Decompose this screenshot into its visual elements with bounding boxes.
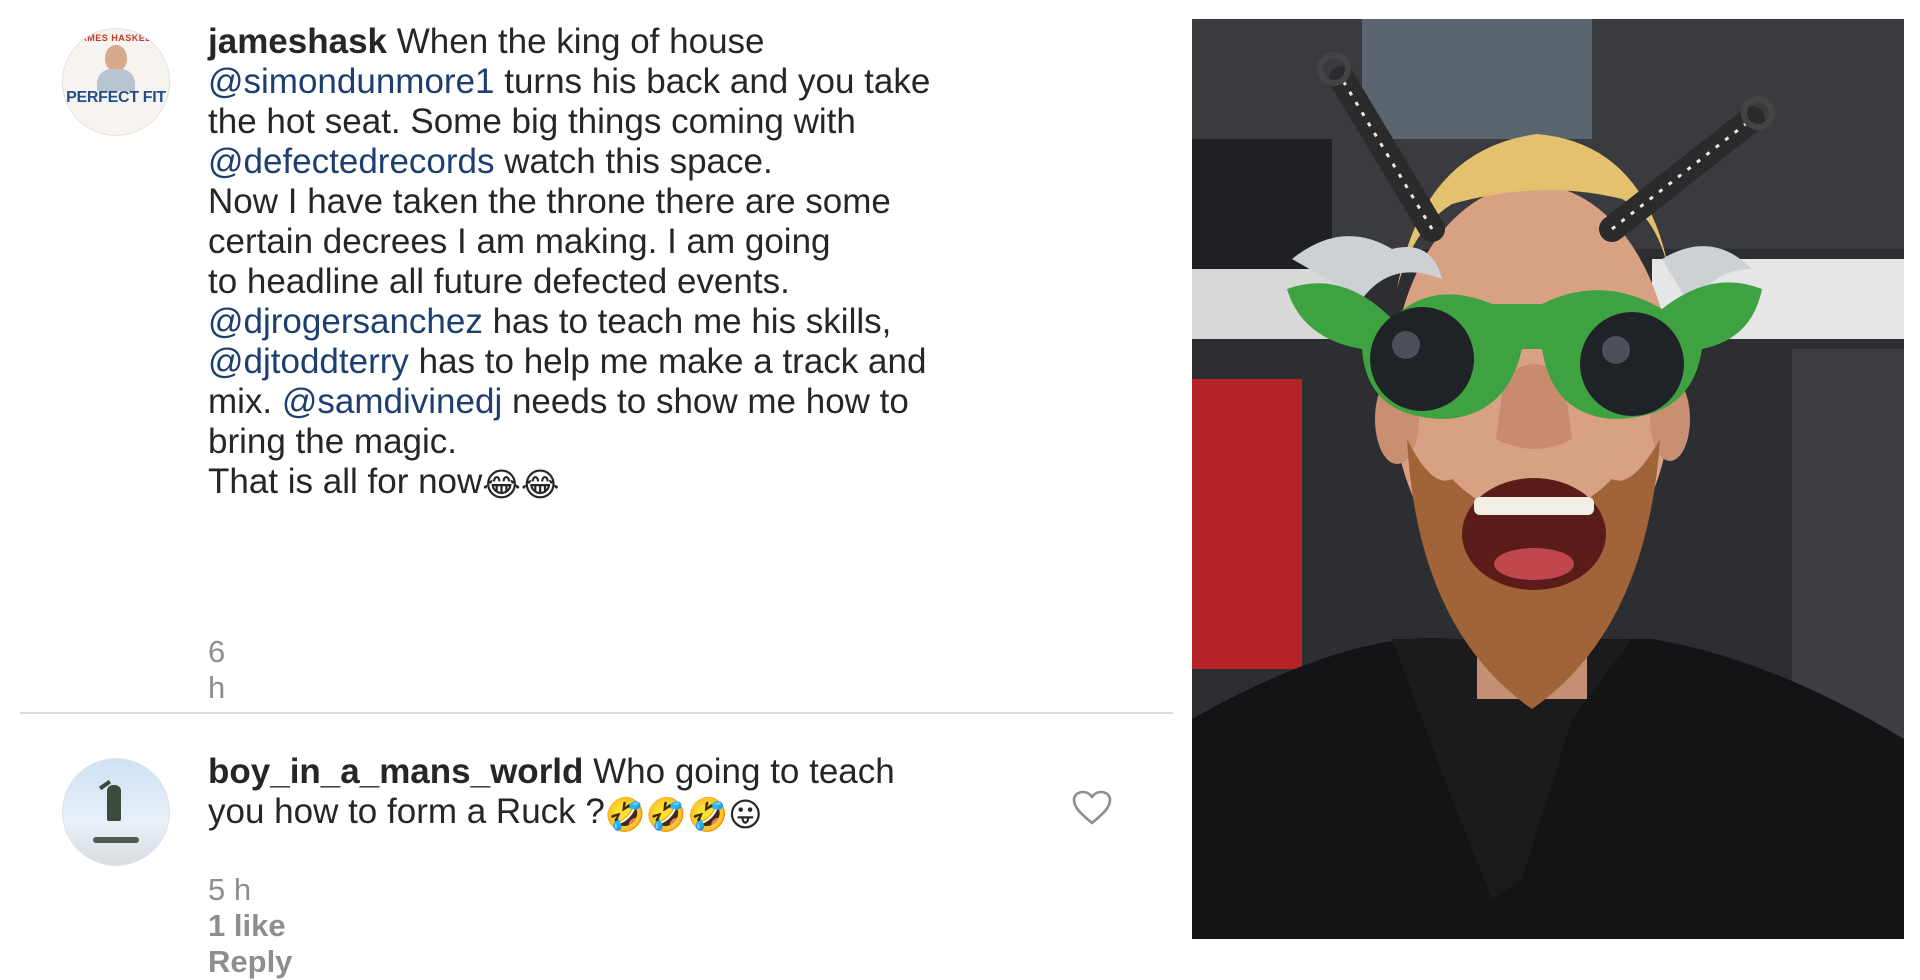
mention-link[interactable]: @simondunmore1 (208, 62, 495, 101)
avatar-title-text: PERFECT FIT (66, 89, 166, 106)
avatar[interactable] (62, 758, 170, 866)
mention-link[interactable]: @djrogersanchez (208, 302, 483, 341)
comment-meta: 6 h (208, 634, 275, 706)
avatar-figure (107, 785, 121, 821)
comment-divider (20, 712, 1173, 714)
comment-timestamp[interactable]: 6 h (208, 634, 225, 706)
mention-link[interactable]: @samdivinedj (282, 382, 502, 421)
avatar[interactable]: JAMES HASKELL PERFECT FIT (62, 28, 170, 136)
avatar-ground (93, 837, 139, 843)
comment-body-text: When the king of house (396, 22, 765, 61)
mention-link[interactable]: @defectedrecords (208, 142, 495, 181)
emoji: 🤣🤣🤣😛 (604, 796, 763, 833)
comment-meta: 5 h 1 like Reply (208, 872, 342, 980)
photo-man-guitar-glasses (1192, 19, 1904, 939)
comments-panel: JAMES HASKELL PERFECT FIT jameshask When… (0, 0, 1180, 979)
reply-button[interactable]: Reply (208, 944, 292, 980)
heart-outline-icon[interactable] (1072, 790, 1112, 826)
mention-link[interactable]: @djtoddterry (208, 342, 409, 381)
emoji: 😂😂 (482, 466, 560, 503)
comment-body-text: has to teach me his skills, (492, 302, 892, 341)
comment-text: boy_in_a_mans_world Who going to teach y… (208, 752, 1088, 832)
comment-text: jameshask When the king of house @simond… (208, 22, 1088, 502)
photo-illustration (1192, 19, 1904, 939)
avatar-body-shape (97, 69, 135, 91)
avatar-face-shape (105, 45, 127, 71)
username-link[interactable]: jameshask (208, 22, 387, 61)
comment-timestamp[interactable]: 5 h (208, 872, 251, 908)
username-link[interactable]: boy_in_a_mans_world (208, 752, 583, 791)
like-count[interactable]: 1 like (208, 908, 286, 944)
